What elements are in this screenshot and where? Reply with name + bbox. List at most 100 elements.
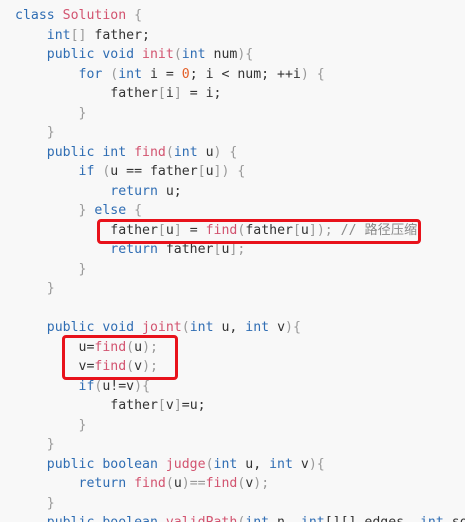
code-token: ( xyxy=(94,164,111,179)
code-line: for (int i = 0; i < num; ++i) { xyxy=(15,65,325,85)
code-token: u, xyxy=(237,456,270,472)
code-token: } xyxy=(15,417,87,433)
code-token: num xyxy=(205,47,238,62)
code-line: } xyxy=(15,494,55,514)
code-line: } xyxy=(15,416,87,436)
code-token: father xyxy=(15,86,158,101)
code-token: find xyxy=(205,476,238,491)
code-token: ){ xyxy=(308,456,325,472)
code-token: return xyxy=(15,242,158,257)
code-token: ) { xyxy=(300,66,325,82)
code-token: validPath xyxy=(166,515,237,522)
code-token: ]) { xyxy=(213,164,246,179)
code-token: public void xyxy=(15,320,143,335)
code-token: public void xyxy=(15,47,143,62)
code-token: u, xyxy=(213,320,246,335)
code-token: } xyxy=(15,105,87,121)
code-token: ){ xyxy=(237,47,254,62)
code-line: father[v]=u; xyxy=(15,396,206,416)
code-token: u xyxy=(197,144,214,160)
code-token: if xyxy=(15,164,95,179)
code-token: int xyxy=(420,515,444,522)
code-token: } xyxy=(15,261,87,277)
code-token: ){ xyxy=(285,320,301,335)
code-token: ( xyxy=(205,456,214,472)
code-token: int xyxy=(189,320,214,335)
code-token: ( xyxy=(165,144,174,160)
code-line: int[] father; xyxy=(15,26,150,46)
code-token: ( xyxy=(173,47,182,62)
code-token: u xyxy=(205,164,214,179)
code-token: int xyxy=(269,456,293,472)
code-token: int xyxy=(301,515,325,522)
code-token: public boolean xyxy=(15,456,166,472)
code-token: { xyxy=(126,203,143,218)
code-token: judge xyxy=(165,456,206,472)
code-line: } xyxy=(15,260,87,280)
code-token: } xyxy=(15,125,55,140)
path-compression-highlight-box xyxy=(97,219,421,244)
code-token: father; xyxy=(86,27,150,43)
code-line: } xyxy=(15,123,55,143)
code-token: } xyxy=(15,203,95,218)
code-token: i = xyxy=(142,66,182,82)
code-line: class Solution { xyxy=(15,6,142,26)
code-token: n, xyxy=(269,515,301,522)
code-token: v xyxy=(269,320,286,335)
code-token: v xyxy=(292,456,309,472)
code-token: ) { xyxy=(213,144,238,160)
code-token: =u; xyxy=(181,398,206,413)
code-token: public boolean xyxy=(15,515,166,522)
code-line: return find(u)==find(v); xyxy=(15,474,270,494)
code-token: ){ xyxy=(134,378,151,394)
code-line: return u; xyxy=(15,182,182,202)
code-token: ; i < num; ++i xyxy=(189,66,301,82)
code-token: u!=v xyxy=(102,378,135,394)
code-token: father xyxy=(157,242,214,257)
code-token: = i; xyxy=(181,86,222,101)
code-token: int xyxy=(15,27,71,43)
code-token: find xyxy=(134,476,166,491)
code-line: father[i] = i; xyxy=(15,84,221,104)
code-token: init xyxy=(142,47,174,62)
code-line: public boolean judge(int u, int v){ xyxy=(15,455,325,475)
code-token: find xyxy=(134,144,166,160)
code-token: } xyxy=(15,281,55,296)
code-token: ( xyxy=(102,66,119,82)
code-token: { xyxy=(126,8,143,23)
code-token: if xyxy=(15,378,95,394)
code-token: 0 xyxy=(181,66,190,82)
code-token: for xyxy=(15,66,103,82)
code-token: class xyxy=(15,8,63,23)
code-token: } xyxy=(15,495,55,511)
code-token: return xyxy=(15,183,158,199)
code-token: u; xyxy=(157,183,182,199)
code-token: int xyxy=(245,320,270,335)
code-token: int xyxy=(173,144,198,160)
code-token: joint xyxy=(142,320,182,335)
code-token: u == father xyxy=(110,164,198,179)
code-token: [] xyxy=(70,27,87,43)
code-token: else xyxy=(94,203,127,218)
code-token: int xyxy=(181,47,206,62)
code-token: v xyxy=(165,398,174,413)
code-token: ( xyxy=(165,476,174,491)
code-line: if (u == father[u]) { xyxy=(15,162,246,182)
code-token: int xyxy=(118,66,143,82)
code-line: } xyxy=(15,104,87,124)
code-token: [ xyxy=(197,164,206,179)
code-token: public int xyxy=(15,144,135,160)
code-line: public void init(int num){ xyxy=(15,45,254,65)
code-block: class Solution { int[] father; public vo… xyxy=(0,0,465,522)
code-line: } xyxy=(15,279,55,299)
code-token: )== xyxy=(181,476,206,491)
code-token: i xyxy=(165,86,174,101)
code-token: sour xyxy=(444,515,465,522)
code-token: ] xyxy=(173,398,182,413)
code-line: public int find(int u) { xyxy=(15,143,238,163)
code-token: ] xyxy=(173,86,182,101)
code-token: u xyxy=(173,476,182,491)
joint-find-highlight-box xyxy=(62,335,178,380)
code-token: return xyxy=(15,476,127,491)
